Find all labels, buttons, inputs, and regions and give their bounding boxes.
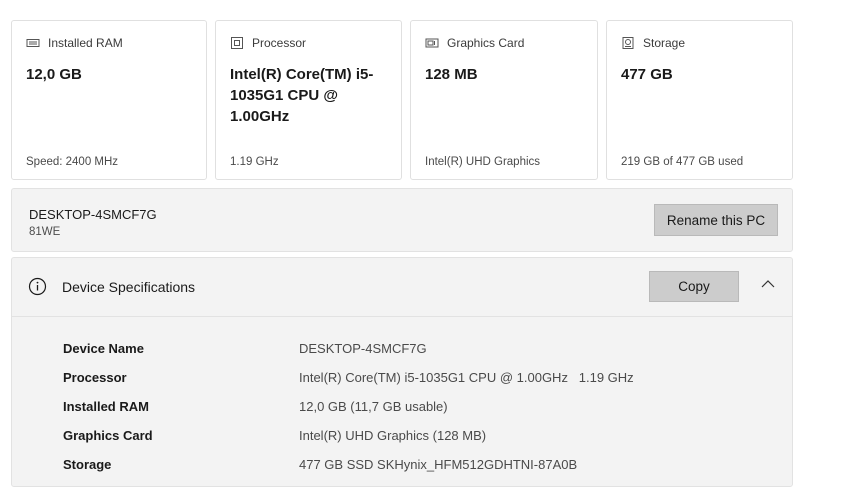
card-header: Processor <box>230 36 306 50</box>
device-specifications-header[interactable]: Device Specifications Copy <box>12 258 792 317</box>
processor-icon <box>230 36 244 50</box>
spec-label: Installed RAM <box>63 399 149 414</box>
pc-name-panel: DESKTOP-4SMCF7G 81WE Rename this PC <box>11 188 793 252</box>
info-icon <box>28 277 47 296</box>
spec-label: Device Name <box>63 341 144 356</box>
spec-label: Graphics Card <box>63 428 153 443</box>
card-header: Installed RAM <box>26 36 123 50</box>
spec-value: 477 GB SSD SKHynix_HFM512GDHTNI-87A0B <box>299 457 578 472</box>
spec-label: Storage <box>63 457 112 472</box>
card-title: Installed RAM <box>48 36 123 50</box>
card-value: 128 MB <box>425 66 478 83</box>
card-value: Intel(R) Core(TM) i5-1035G1 CPU @ 1.00GH… <box>230 66 374 125</box>
spec-value: Intel(R) UHD Graphics (128 MB) <box>299 428 487 443</box>
device-specifications-title: Device Specifications <box>62 279 196 295</box>
graphics-card-icon <box>425 36 439 50</box>
card-value: 12,0 GB <box>26 66 82 83</box>
rename-pc-button[interactable]: Rename this PC <box>654 204 778 236</box>
card-subtitle: 219 GB of 477 GB used <box>621 156 744 168</box>
chevron-up-icon[interactable] <box>760 277 776 291</box>
device-specifications-panel: Device Specifications Copy Device Name D… <box>11 257 793 487</box>
spec-value: DESKTOP-4SMCF7G <box>299 341 427 356</box>
card-subtitle: Speed: 2400 MHz <box>26 156 119 168</box>
storage-icon <box>621 36 635 50</box>
card-graphics: Graphics Card 128 MB Intel(R) UHD Graphi… <box>410 20 598 180</box>
card-header: Storage <box>621 36 685 50</box>
card-storage: Storage 477 GB 219 GB of 477 GB used <box>606 20 793 180</box>
card-installed-ram: Installed RAM 12,0 GB Speed: 2400 MHz <box>11 20 207 180</box>
card-title: Storage <box>643 36 686 50</box>
memory-icon <box>26 36 40 50</box>
spec-label: Processor <box>63 370 127 385</box>
copy-button[interactable]: Copy <box>649 271 739 302</box>
pc-name: DESKTOP-4SMCF7G <box>29 207 157 222</box>
card-value: 477 GB <box>621 66 673 83</box>
card-subtitle: 1.19 GHz <box>230 156 279 168</box>
card-header: Graphics Card <box>425 36 524 50</box>
spec-value: Intel(R) Core(TM) i5-1035G1 CPU @ 1.00GH… <box>299 370 634 385</box>
card-processor: Processor Intel(R) Core(TM) i5-1035G1 CP… <box>215 20 402 180</box>
pc-model: 81WE <box>29 226 61 238</box>
card-title: Graphics Card <box>447 36 525 50</box>
card-subtitle: Intel(R) UHD Graphics <box>425 156 541 168</box>
spec-value: 12,0 GB (11,7 GB usable) <box>299 399 448 414</box>
card-title: Processor <box>252 36 307 50</box>
